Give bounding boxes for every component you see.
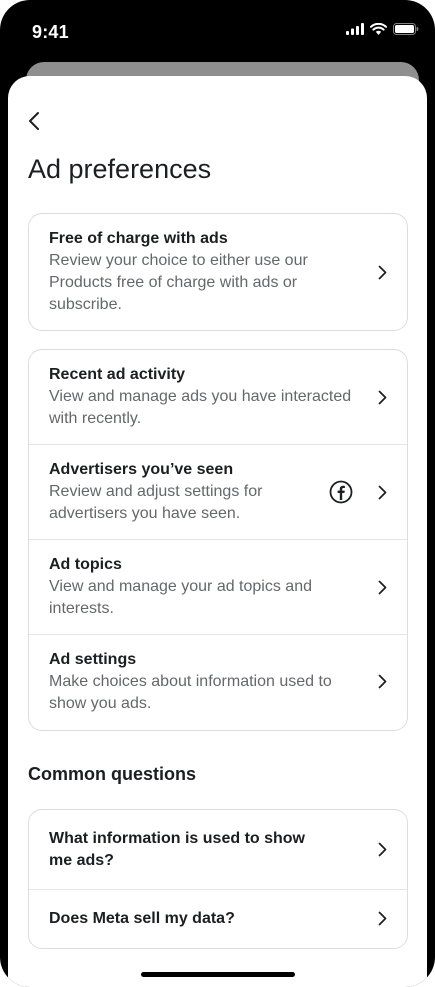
status-bar: 9:41 (0, 0, 435, 64)
row-text: Recent ad activity View and manage ads y… (49, 364, 371, 430)
common-questions-heading: Common questions (28, 764, 197, 784)
chevron-right-icon (371, 580, 387, 595)
chevron-right-icon (371, 485, 387, 500)
back-button[interactable] (28, 108, 58, 138)
question-label: Does Meta sell my data? (49, 909, 235, 927)
phone-frame: 9:41 Ad preferences Free of charge with … (0, 0, 435, 987)
chevron-right-icon (371, 265, 387, 280)
row-description: View and manage your ad topics and inter… (49, 578, 312, 617)
question-label: What information is used to show me ads? (49, 829, 305, 869)
question-row[interactable]: What information is used to show me ads? (29, 810, 407, 889)
row-title: Recent ad activity (49, 366, 186, 383)
ad-preferences-sheet: Ad preferences Free of charge with ads R… (8, 76, 427, 987)
chevron-right-icon (371, 674, 387, 689)
row-description: Review and adjust settings for advertise… (49, 483, 263, 522)
ad-topics-row[interactable]: Ad topics View and manage your ad topics… (29, 539, 407, 634)
row-text: What information is used to show me ads? (49, 828, 371, 872)
subscription-card: Free of charge with ads Review your choi… (28, 213, 408, 331)
question-row[interactable]: Does Meta sell my data? (29, 889, 407, 947)
chevron-right-icon (371, 390, 387, 405)
chevron-right-icon (371, 842, 387, 857)
row-title: Ad topics (49, 556, 122, 573)
common-questions-card: What information is used to show me ads?… (28, 809, 408, 949)
wifi-icon (370, 22, 387, 40)
home-indicator[interactable] (140, 972, 295, 977)
row-description: Make choices about information used to s… (49, 672, 332, 712)
battery-icon (393, 22, 419, 40)
row-description: View and manage ads you have interacted … (49, 388, 352, 427)
cellular-signal-icon (346, 22, 364, 40)
row-title: Free of charge with ads (49, 230, 228, 247)
advertisers-seen-row[interactable]: Advertisers you’ve seen Review and adjus… (29, 444, 407, 539)
row-text: Free of charge with ads Review your choi… (49, 228, 371, 316)
chevron-left-icon (28, 111, 40, 136)
ad-activity-card: Recent ad activity View and manage ads y… (28, 349, 408, 731)
row-text: Advertisers you’ve seen Review and adjus… (49, 459, 329, 525)
page-title: Ad preferences (28, 154, 212, 184)
row-title: Advertisers you’ve seen (49, 461, 234, 478)
status-time: 9:41 (32, 22, 69, 42)
recent-ad-activity-row[interactable]: Recent ad activity View and manage ads y… (29, 350, 407, 444)
chevron-right-icon (371, 911, 387, 926)
row-description: Review your choice to either use our Pro… (49, 252, 308, 313)
free-of-charge-row[interactable]: Free of charge with ads Review your choi… (29, 214, 407, 330)
ad-settings-row[interactable]: Ad settings Make choices about informati… (29, 634, 407, 728)
status-icons (346, 22, 419, 40)
facebook-icon (329, 480, 353, 504)
row-text: Ad topics View and manage your ad topics… (49, 554, 371, 620)
row-text: Does Meta sell my data? (49, 908, 371, 930)
row-title: Ad settings (49, 650, 137, 668)
row-text: Ad settings Make choices about informati… (49, 649, 371, 715)
